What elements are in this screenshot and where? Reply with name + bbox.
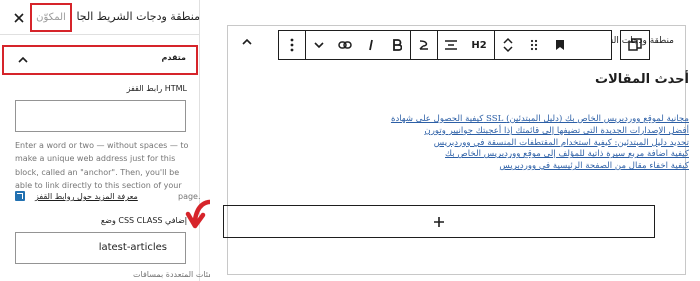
copy-icon [628,38,642,51]
link-button[interactable] [332,31,358,59]
bold-button[interactable] [384,31,410,59]
close-icon [14,13,24,23]
list-item[interactable]: كيفية اخفاء مقال من الصفحة الرئيسية في و… [391,161,689,173]
settings-sidebar: المكوّن منطقة ودجات الشريط الجانبي متقدم… [0,0,239,281]
tab-block[interactable]: المكوّن [30,3,72,32]
chevron-down-icon [314,41,324,48]
sidebar-tabs: المكوّن منطقة ودجات الشريط الجانبي [0,0,200,35]
html-anchor-label: رابط القفز HTML [126,84,187,93]
html-anchor-help-text: Enter a word or two — without spaces — t… [15,141,189,191]
plus-icon [434,216,444,227]
list-item[interactable]: أفضل الإصدارات الجديدة التي تضيفها إلى ق… [391,126,689,138]
html-anchor-input[interactable] [15,100,186,132]
css-class-input[interactable]: latest-articles [15,232,186,264]
external-link-icon [15,191,25,201]
more-formats-button[interactable] [306,31,332,59]
italic-button[interactable] [358,31,384,59]
bookmark-button[interactable] [547,31,573,59]
learn-more-row: معرفة المزيد حول روابط القفز [15,190,190,204]
list-item[interactable]: تحديد دليل المبتدئين: كيفية استخدام المق… [391,138,689,150]
text-align-button[interactable] [411,31,437,59]
latest-posts-heading[interactable]: أحدث المقالات [595,72,689,87]
italic-icon [369,39,373,51]
advanced-panel-toggle[interactable]: متقدم [2,45,198,75]
toolbar-group-heading: H2 [438,31,495,59]
align-icon [419,40,428,50]
heading-align-button[interactable] [438,31,464,59]
latest-posts-list: كيفية الحصول على شهادة SSL مجانية لموقع … [391,114,689,173]
bold-icon [393,39,402,51]
toolbar-group-options [279,31,306,59]
chevron-up-icon [18,56,28,63]
toolbar-group-align [411,31,438,59]
toolbar-group-move [495,31,573,59]
learn-more-anchors-link[interactable]: معرفة المزيد حول روابط القفز [35,192,138,201]
editor-canvas: منطقة ودجات الشريط الجانبي H2 أحدث المقا… [210,0,700,281]
toolbar-group-format [306,31,411,59]
advanced-panel-title: متقدم [161,53,186,62]
chevron-up-down-icon [503,37,513,53]
drag-handle[interactable] [521,31,547,59]
more-options-button[interactable] [279,31,305,59]
move-up-down-button[interactable] [495,31,521,59]
chevron-up-icon[interactable] [242,38,252,45]
css-class-label: وضع CSS CLASS إضافي [100,216,187,225]
bookmark-icon [556,40,564,50]
add-block-button[interactable] [223,205,655,238]
close-sidebar-button[interactable] [9,8,29,28]
list-item[interactable]: كيفية الحصول على شهادة SSL مجانية لموقع … [391,114,689,126]
vertical-ellipsis-icon [290,38,294,52]
link-icon [338,41,352,49]
list-item[interactable]: كيفية اضافة مربع سيرة ذاتية للمؤلف إلى م… [391,149,689,161]
tab-widget-area[interactable]: منطقة ودجات الشريط الجانبي [76,0,200,34]
block-transform-button[interactable] [620,30,650,60]
drag-handle-icon [530,39,538,51]
block-toolbar: H2 [278,30,612,60]
align-center-icon [445,40,457,50]
heading-level-button[interactable]: H2 [464,31,494,59]
